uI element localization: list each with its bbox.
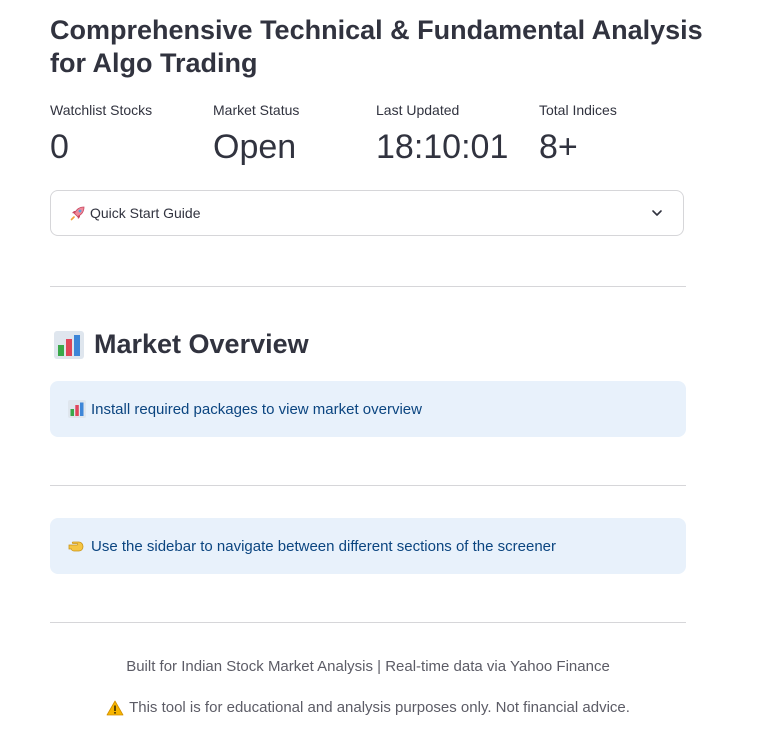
- metric-label: Market Status: [213, 102, 300, 118]
- quick-start-label: Quick Start Guide: [90, 205, 201, 221]
- metric-value: 18:10:01: [376, 128, 509, 166]
- metric-last-updated: Last Updated 18:10:01: [376, 101, 536, 167]
- metric-watchlist-stocks: Watchlist Stocks 0: [50, 101, 210, 167]
- divider: [50, 485, 686, 486]
- divider: [50, 622, 686, 623]
- page-title: Comprehensive Technical & Fundamental An…: [50, 15, 703, 78]
- footer-disclaimer: This tool is for educational and analysi…: [50, 699, 686, 720]
- chevron-down-icon: [652, 210, 662, 216]
- footer-credits: Built for Indian Stock Market Analysis |…: [50, 658, 686, 675]
- market-overview-info-text: Install required packages to view market…: [91, 400, 422, 418]
- metric-label: Total Indices: [539, 102, 617, 118]
- market-overview-title: Market Overview: [94, 329, 309, 359]
- metric-label: Last Updated: [376, 102, 460, 118]
- warning-icon: [106, 700, 124, 715]
- pointing-hand-icon: [68, 541, 84, 552]
- metric-value: 0: [50, 128, 69, 166]
- app-page: Comprehensive Technical & Fundamental An…: [0, 0, 766, 750]
- bar-chart-icon: [68, 400, 86, 418]
- rocket-icon: [70, 206, 85, 221]
- market-overview-info: Install required packages to view market…: [50, 381, 686, 437]
- metric-label: Watchlist Stocks: [50, 102, 153, 118]
- sidebar-hint-text: Use the sidebar to navigate between diff…: [91, 537, 557, 555]
- divider: [50, 286, 686, 287]
- market-overview-heading: Market Overview: [54, 329, 309, 360]
- metric-market-status: Market Status Open: [213, 101, 373, 167]
- footer-disclaimer-text: This tool is for educational and analysi…: [129, 699, 630, 716]
- metric-value: Open: [213, 128, 297, 166]
- metric-total-indices: Total Indices 8+: [539, 101, 699, 167]
- metrics-row: Watchlist Stocks 0 Market Status Open La…: [50, 101, 710, 171]
- sidebar-hint-info: Use the sidebar to navigate between diff…: [50, 518, 686, 574]
- footer-credits-text: Built for Indian Stock Market Analysis |…: [126, 658, 610, 675]
- metric-value: 8+: [539, 128, 578, 166]
- bar-chart-icon: [54, 330, 84, 359]
- quick-start-expander[interactable]: Quick Start Guide: [50, 190, 684, 236]
